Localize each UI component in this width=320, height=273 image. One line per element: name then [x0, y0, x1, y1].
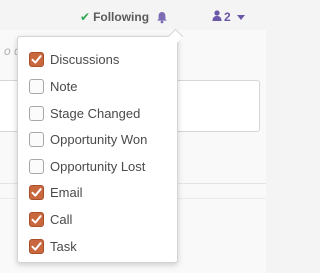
checkmark-icon	[31, 54, 42, 64]
subtype-option-task[interactable]: Task	[29, 236, 77, 256]
subtype-label: Task	[50, 238, 77, 254]
check-icon: ✔	[80, 10, 91, 24]
subtype-option-opportunity-won[interactable]: Opportunity Won	[29, 129, 147, 149]
subtype-option-discussions[interactable]: Discussions	[29, 49, 119, 69]
subtypes-dropdown-menu: Discussions Note Stage Changed Opportuni…	[17, 36, 178, 263]
subtype-option-note[interactable]: Note	[29, 76, 77, 96]
subtype-option-opportunity-lost[interactable]: Opportunity Lost	[29, 156, 145, 176]
bell-icon[interactable]	[156, 11, 168, 29]
followers-dropdown-toggle[interactable]: 2	[212, 10, 245, 24]
subtype-label: Note	[50, 78, 78, 94]
checkmark-icon	[31, 241, 42, 251]
checkbox-icon[interactable]	[29, 238, 44, 254]
subtype-label: Discussions	[50, 51, 120, 67]
checkbox-icon[interactable]	[29, 158, 44, 174]
checkmark-icon	[31, 214, 42, 224]
checkbox-icon[interactable]	[29, 105, 44, 121]
following-label: Following	[93, 10, 150, 24]
user-icon	[212, 10, 222, 24]
caret-down-icon	[236, 14, 245, 20]
checkbox-icon[interactable]	[29, 184, 44, 200]
subtype-label: Call	[50, 211, 73, 227]
subtype-option-stage-changed[interactable]: Stage Changed	[29, 103, 140, 123]
checkbox-icon[interactable]	[29, 51, 44, 67]
checkbox-icon[interactable]	[29, 131, 44, 147]
subtype-label: Email	[50, 184, 83, 200]
followers-count: 2	[224, 10, 231, 24]
checkmark-icon	[31, 187, 42, 197]
subtype-label: Opportunity Won	[50, 131, 148, 147]
subtype-option-email[interactable]: Email	[29, 182, 83, 202]
following-button[interactable]: ✔ Following	[80, 10, 149, 24]
subtype-label: Opportunity Lost	[50, 158, 146, 174]
subtype-option-call[interactable]: Call	[29, 209, 72, 229]
checkbox-icon[interactable]	[29, 211, 44, 227]
subtype-label: Stage Changed	[50, 105, 141, 121]
checkbox-icon[interactable]	[29, 78, 44, 94]
